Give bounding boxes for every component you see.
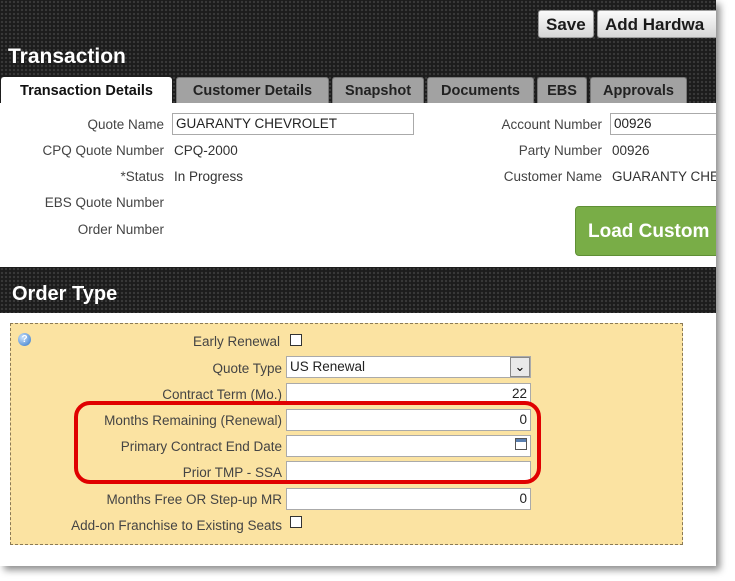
quote-type-label: Quote Type [212, 361, 282, 376]
months-free-input[interactable]: 0 [286, 488, 531, 510]
help-icon[interactable]: ? [18, 333, 31, 346]
application-window: Save Add Hardwa Transaction Transaction … [0, 0, 716, 566]
addon-franchise-checkbox[interactable] [290, 516, 302, 528]
order-number-label: Order Number [77, 222, 164, 237]
highlight-annotation [74, 401, 541, 484]
cpq-quote-number-label: CPQ Quote Number [42, 143, 164, 158]
status-value: In Progress [174, 169, 244, 184]
tab-transaction-details[interactable]: Transaction Details [1, 77, 172, 104]
cpq-quote-number-value: CPQ-2000 [174, 143, 238, 158]
account-number-label: Account Number [501, 117, 602, 132]
customer-name-value: GUARANTY CHE [612, 169, 716, 184]
party-number-label: Party Number [518, 143, 602, 158]
months-free-label: Months Free OR Step-up MR [106, 492, 282, 507]
ebs-quote-number-label: EBS Quote Number [44, 195, 164, 210]
early-renewal-checkbox[interactable] [290, 334, 302, 346]
add-hardware-button[interactable]: Add Hardwa [597, 10, 716, 38]
party-number-value: 00926 [612, 143, 650, 158]
account-number-input[interactable]: 00926 [610, 113, 716, 135]
contract-term-label: Contract Term (Mo.) [162, 387, 282, 402]
addon-franchise-label: Add-on Franchise to Existing Seats [71, 518, 282, 533]
tab-documents[interactable]: Documents [427, 77, 534, 103]
status-label: *Status [120, 169, 164, 184]
quote-name-input[interactable]: GUARANTY CHEVROLET [172, 113, 414, 135]
load-customer-button[interactable]: Load Custom [575, 206, 716, 256]
tab-ebs[interactable]: EBS [537, 77, 587, 103]
page-title: Transaction [8, 45, 126, 68]
customer-name-label: Customer Name [503, 169, 602, 184]
save-button[interactable]: Save [538, 10, 594, 38]
tab-approvals[interactable]: Approvals [590, 77, 687, 103]
order-type-title: Order Type [12, 283, 118, 305]
quote-type-select[interactable]: US Renewal [286, 356, 531, 378]
quote-name-label: Quote Name [87, 117, 164, 132]
chevron-down-icon[interactable]: ⌄ [510, 357, 530, 377]
tab-snapshot[interactable]: Snapshot [332, 77, 424, 103]
tab-customer-details[interactable]: Customer Details [176, 77, 329, 103]
early-renewal-label: Early Renewal [192, 334, 280, 349]
